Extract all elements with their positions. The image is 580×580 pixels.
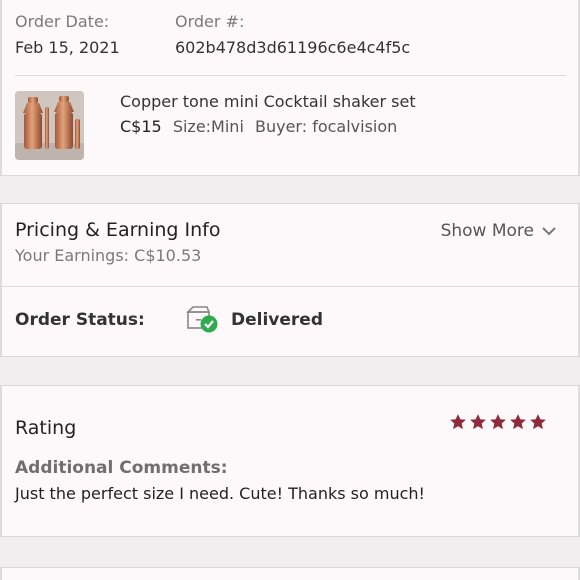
divider [0, 286, 580, 287]
star-icon [490, 414, 506, 430]
order-number-value: 602b478d3d61196c6e4c4f5c [175, 38, 411, 57]
item-buyer: Buyer: focalvision [254, 117, 398, 136]
pricing-section-title: Pricing & Earning Info [15, 219, 221, 241]
rating-title: Rating [15, 417, 77, 439]
cocktail-shaker-photo [15, 91, 84, 160]
section-gap [0, 357, 580, 385]
star-icon [450, 414, 466, 430]
earnings-value: Your Earnings: C$10.53 [15, 246, 202, 265]
order-date-label: Order Date: [15, 12, 110, 31]
additional-comments-label: Additional Comments: [15, 458, 228, 478]
item-size: Size:Mini [172, 117, 244, 136]
show-more-label: Show More [440, 221, 534, 241]
divider [0, 385, 580, 386]
left-border [0, 0, 2, 580]
divider [0, 203, 580, 204]
star-icon [530, 414, 546, 430]
show-more-button[interactable]: Show More [441, 221, 556, 241]
section-gap [0, 176, 580, 203]
order-status-value: Delivered [231, 310, 323, 330]
chevron-down-icon [542, 227, 556, 236]
star-icon [510, 414, 526, 430]
order-status-label: Order Status: [15, 310, 145, 330]
order-number-label: Order #: [175, 12, 245, 31]
item-price: C$15 [120, 117, 162, 136]
divider [15, 75, 566, 76]
additional-comments-text: Just the perfect size I need. Cute! Than… [15, 484, 425, 503]
item-thumbnail[interactable] [15, 91, 84, 160]
divider [0, 567, 580, 568]
star-rating [449, 413, 547, 431]
order-date-value: Feb 15, 2021 [15, 38, 120, 57]
item-title[interactable]: Copper tone mini Cocktail shaker set [120, 92, 416, 111]
star-icon [470, 414, 486, 430]
item-meta: C$15 Size:Mini Buyer: focalvision [120, 117, 403, 136]
delivered-box-check-icon [186, 306, 218, 333]
section-gap [0, 537, 580, 567]
